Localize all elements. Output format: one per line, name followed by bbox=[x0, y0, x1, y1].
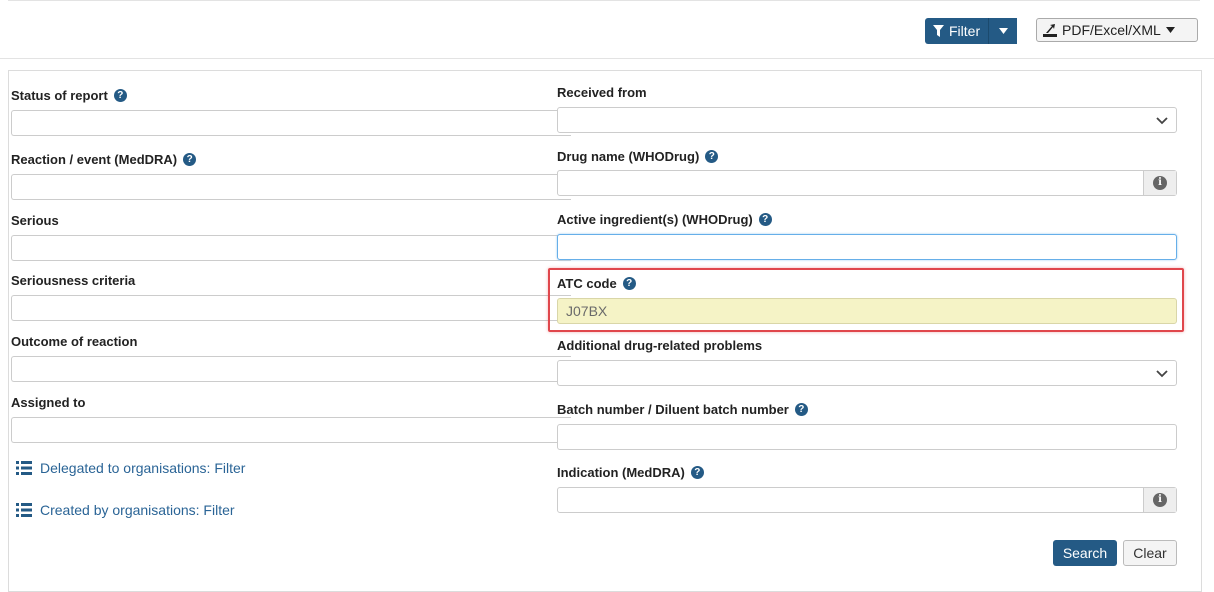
question-circle-icon[interactable]: ? bbox=[690, 466, 704, 479]
toolbar: Filter PDF/Excel/XML bbox=[0, 0, 1214, 59]
info-circle-icon: i bbox=[1153, 493, 1167, 507]
additional-problems-label: Additional drug-related problems bbox=[557, 338, 762, 353]
reaction-event-input[interactable] bbox=[11, 174, 571, 200]
chevron-down-icon bbox=[1156, 370, 1168, 378]
question-circle-icon[interactable]: ? bbox=[183, 153, 197, 166]
active-ingredients-input[interactable] bbox=[557, 234, 1177, 260]
list-icon bbox=[16, 503, 32, 517]
label-text: Indication (MedDRA) bbox=[557, 465, 685, 480]
atc-code-label: ATC code ? bbox=[557, 276, 636, 291]
batch-number-label: Batch number / Diluent batch number ? bbox=[557, 402, 808, 417]
clear-button-label: Clear bbox=[1133, 545, 1167, 561]
seriousness-criteria-label: Seriousness criteria bbox=[11, 273, 135, 288]
label-text: Received from bbox=[557, 85, 647, 100]
received-from-select[interactable] bbox=[557, 107, 1177, 133]
clear-button[interactable]: Clear bbox=[1123, 540, 1177, 566]
active-ingredients-label: Active ingredient(s) (WHODrug) ? bbox=[557, 212, 772, 227]
search-button-label: Search bbox=[1062, 545, 1108, 561]
seriousness-criteria-input[interactable] bbox=[11, 295, 571, 321]
label-text: Serious bbox=[11, 213, 59, 228]
serious-label: Serious bbox=[11, 213, 59, 228]
label-text: Assigned to bbox=[11, 395, 86, 410]
delegated-link-label: Delegated to organisations: Filter bbox=[40, 460, 246, 476]
atc-code-input[interactable]: J07BX bbox=[557, 298, 1177, 324]
label-text: ATC code bbox=[557, 276, 617, 291]
label-text: Reaction / event (MedDRA) bbox=[11, 152, 178, 167]
outcome-of-reaction-label: Outcome of reaction bbox=[11, 334, 137, 349]
label-text: Seriousness criteria bbox=[11, 273, 136, 288]
caret-down-icon bbox=[998, 28, 1008, 34]
status-of-report-label: Status of report ? bbox=[11, 88, 127, 103]
drug-name-info-button[interactable]: i bbox=[1143, 171, 1176, 195]
label-text: Additional drug-related problems bbox=[557, 338, 763, 353]
label-text: Outcome of reaction bbox=[11, 334, 138, 349]
label-text: Status of report bbox=[11, 88, 108, 103]
divider bbox=[8, 0, 1200, 1]
question-circle-icon[interactable]: ? bbox=[705, 150, 719, 163]
delegated-organisations-link[interactable]: Delegated to organisations: Filter bbox=[16, 460, 245, 476]
question-circle-icon[interactable]: ? bbox=[794, 403, 808, 416]
indication-input[interactable]: i bbox=[557, 487, 1177, 513]
additional-problems-select[interactable] bbox=[557, 360, 1177, 386]
search-button[interactable]: Search bbox=[1053, 540, 1117, 566]
question-circle-icon[interactable]: ? bbox=[622, 277, 636, 290]
received-from-label: Received from bbox=[557, 85, 647, 100]
indication-info-button[interactable]: i bbox=[1143, 488, 1176, 512]
batch-number-input[interactable] bbox=[557, 424, 1177, 450]
filter-icon bbox=[933, 25, 944, 37]
assigned-to-input[interactable] bbox=[11, 417, 571, 443]
filter-button[interactable]: Filter bbox=[925, 18, 990, 44]
atc-code-value: J07BX bbox=[566, 303, 608, 319]
filter-button-label: Filter bbox=[949, 23, 981, 39]
chevron-down-icon bbox=[1156, 117, 1168, 125]
info-circle-icon: i bbox=[1153, 176, 1167, 190]
label-text: Active ingredient(s) (WHODrug) bbox=[557, 212, 753, 227]
export-button-label: PDF/Excel/XML bbox=[1062, 22, 1161, 38]
reaction-event-label: Reaction / event (MedDRA) ? bbox=[11, 152, 197, 167]
indication-label: Indication (MedDRA) ? bbox=[557, 465, 704, 480]
created-link-label: Created by organisations: Filter bbox=[40, 502, 235, 518]
outcome-of-reaction-input[interactable] bbox=[11, 356, 571, 382]
drug-name-label: Drug name (WHODrug) ? bbox=[557, 149, 719, 164]
assigned-to-label: Assigned to bbox=[11, 395, 85, 410]
question-circle-icon[interactable]: ? bbox=[758, 213, 772, 226]
filter-button-group: Filter bbox=[925, 18, 1028, 44]
created-organisations-link[interactable]: Created by organisations: Filter bbox=[16, 502, 235, 518]
list-icon bbox=[16, 461, 32, 475]
label-text: Drug name (WHODrug) bbox=[557, 149, 700, 164]
question-circle-icon[interactable]: ? bbox=[113, 89, 127, 102]
serious-input[interactable] bbox=[11, 235, 571, 261]
drug-name-input[interactable]: i bbox=[557, 170, 1177, 196]
label-text: Batch number / Diluent batch number bbox=[557, 402, 789, 417]
export-button[interactable]: PDF/Excel/XML bbox=[1036, 18, 1198, 42]
caret-down-icon bbox=[1165, 27, 1175, 33]
status-of-report-input[interactable] bbox=[11, 110, 571, 136]
filter-dropdown-toggle[interactable] bbox=[989, 18, 1018, 44]
export-icon bbox=[1043, 23, 1057, 37]
